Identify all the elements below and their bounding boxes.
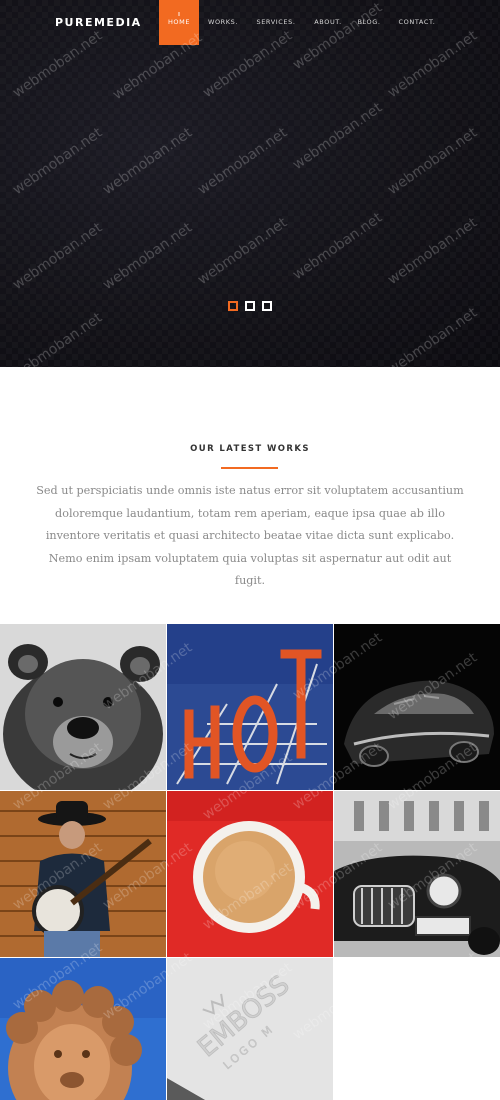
gallery-item-emboss-logo[interactable]: EMBOSS LOGO M bbox=[167, 958, 333, 1100]
lion-statue-image bbox=[0, 958, 166, 1100]
bear-image bbox=[0, 624, 166, 790]
nav-home[interactable]: HOME bbox=[159, 0, 199, 45]
nav-home-label: HOME bbox=[167, 18, 191, 26]
nav-blog[interactable]: BLOG. bbox=[352, 0, 386, 45]
dark-car-image bbox=[334, 624, 500, 790]
gallery-item-dark-car[interactable] bbox=[334, 624, 500, 790]
slide-dot-2[interactable] bbox=[245, 301, 255, 311]
nav-works[interactable]: WORKS. bbox=[203, 0, 243, 45]
emboss-logo-image: EMBOSS LOGO M bbox=[167, 958, 333, 1100]
navbar: PUREMEDIA HOME WORKS. SERVICES. ABOUT. B… bbox=[0, 0, 500, 45]
hot-sign-image bbox=[167, 624, 333, 790]
gallery-item-bear[interactable] bbox=[0, 624, 166, 790]
works-description: Sed ut perspiciatis unde omnis iste natu… bbox=[36, 484, 464, 587]
nav-works-label: WORKS. bbox=[207, 18, 239, 26]
nav-services[interactable]: SERVICES. bbox=[250, 0, 302, 45]
gallery-item-lion-statue[interactable] bbox=[0, 958, 166, 1100]
coffee-cup-image bbox=[167, 791, 333, 957]
nav-about-label: ABOUT. bbox=[314, 18, 342, 26]
works-heading-underline bbox=[221, 467, 278, 469]
works-gallery: EMBOSS LOGO M bbox=[0, 624, 500, 1100]
gallery-item-hot-sign[interactable] bbox=[167, 624, 333, 790]
works-heading: OUR LATEST WORKS bbox=[190, 444, 310, 454]
hero-slider: PUREMEDIA HOME WORKS. SERVICES. ABOUT. B… bbox=[0, 0, 500, 367]
nav-blog-label: BLOG. bbox=[357, 18, 381, 26]
nav-services-label: SERVICES. bbox=[256, 18, 296, 26]
active-indicator bbox=[178, 12, 180, 16]
gallery-item-vintage-car[interactable] bbox=[334, 791, 500, 957]
gallery-item-coffee-cup[interactable] bbox=[167, 791, 333, 957]
nav-contact[interactable]: CONTACT. bbox=[392, 0, 442, 45]
banjo-player-image bbox=[0, 791, 166, 957]
gallery-item-banjo-player[interactable] bbox=[0, 791, 166, 957]
nav-about[interactable]: ABOUT. bbox=[308, 0, 348, 45]
slide-dot-3[interactable] bbox=[262, 301, 272, 311]
vintage-car-image bbox=[334, 791, 500, 957]
slide-dot-1[interactable] bbox=[228, 301, 238, 311]
site-logo[interactable]: PUREMEDIA bbox=[55, 16, 142, 29]
nav-contact-label: CONTACT. bbox=[398, 18, 436, 26]
